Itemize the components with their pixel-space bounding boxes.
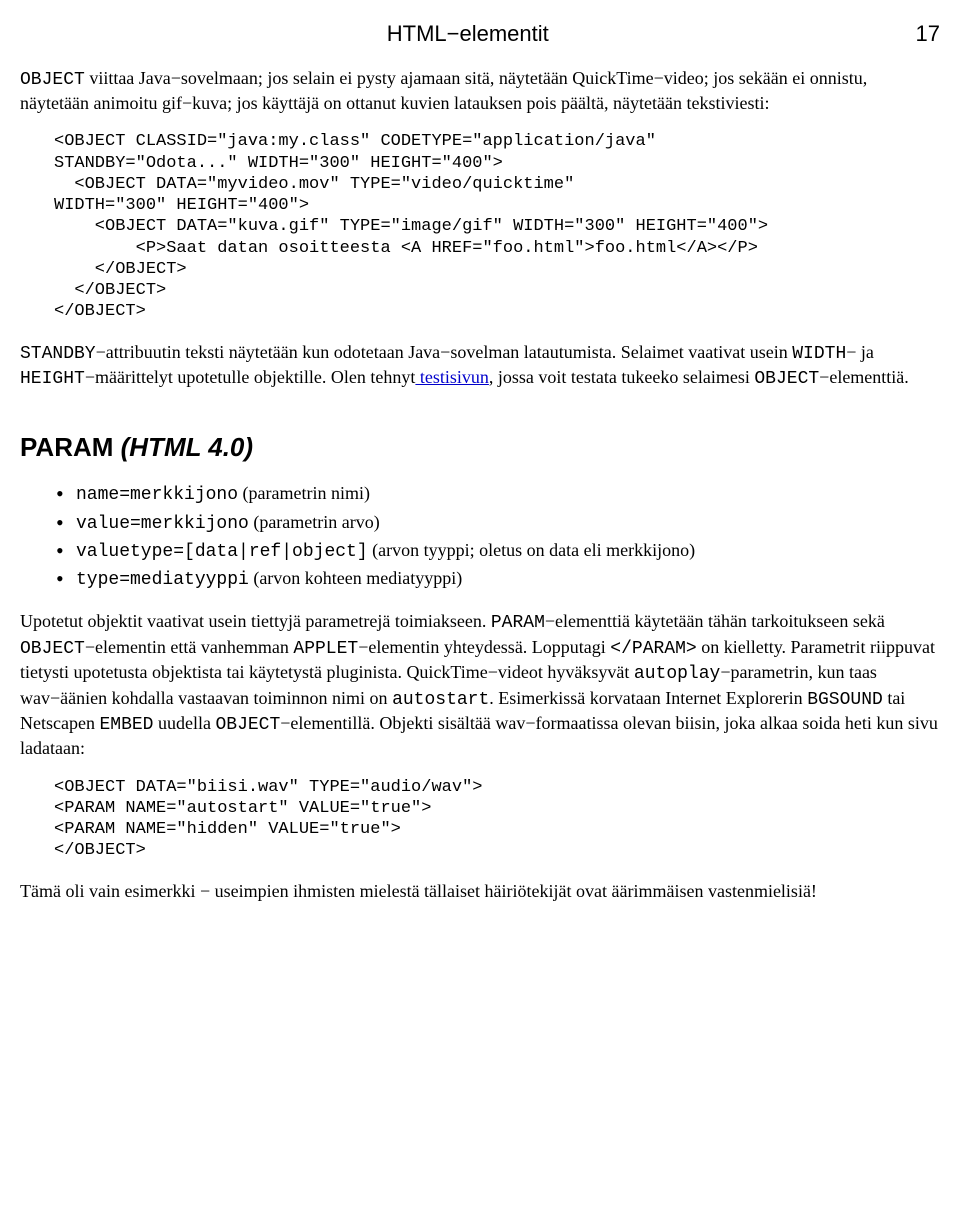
intro-text: viittaa Java−sovelmaan; jos selain ei py… xyxy=(20,68,867,113)
code-inline: autoplay xyxy=(634,664,720,684)
code-inline: OBJECT xyxy=(20,639,85,659)
text: −elementin yhteydessä. Lopputagi xyxy=(358,637,610,657)
attr-desc: (parametrin arvo) xyxy=(249,512,380,532)
attr-desc: (parametrin nimi) xyxy=(238,483,370,503)
code-inline: STANDBY xyxy=(20,344,96,364)
code-inline: HEIGHT xyxy=(20,369,85,389)
attr-name: value=merkkijono xyxy=(76,514,249,534)
code-inline: autostart xyxy=(392,690,489,710)
standby-paragraph: STANDBY−attribuutin teksti näytetään kun… xyxy=(20,341,940,392)
code-inline: EMBED xyxy=(99,715,153,735)
page-header: HTML−elementit 17 xyxy=(20,20,940,49)
list-item: value=merkkijono (parametrin arvo) xyxy=(76,510,940,536)
attr-name: type=mediatyyppi xyxy=(76,570,249,590)
text: −määrittelyt upotetulle objektille. Olen… xyxy=(85,367,416,387)
code-inline: PARAM xyxy=(491,613,545,633)
list-item: type=mediatyyppi (arvon kohteen mediatyy… xyxy=(76,566,940,592)
code-inline: OBJECT xyxy=(20,70,85,90)
code-block-object-nested: <OBJECT CLASSID="java:my.class" CODETYPE… xyxy=(54,131,940,322)
outro-paragraph: Tämä oli vain esimerkki − useimpien ihmi… xyxy=(20,880,940,903)
text: , jossa voit testata tukeeko selaimesi xyxy=(489,367,754,387)
text: −elementtiä. xyxy=(819,367,909,387)
doc-title: HTML−elementit xyxy=(387,20,549,49)
param-attr-list: name=merkkijono (parametrin nimi) value=… xyxy=(20,481,940,592)
text: −elementtiä käytetään tähän tarkoituksee… xyxy=(545,611,885,631)
list-item: name=merkkijono (parametrin nimi) xyxy=(76,481,940,507)
section-heading-param: PARAM (HTML 4.0) xyxy=(20,431,940,465)
text: Upotetut objektit vaativat usein tiettyj… xyxy=(20,611,491,631)
code-inline: OBJECT xyxy=(754,369,819,389)
text: . Esimerkissä korvataan Internet Explore… xyxy=(489,688,807,708)
code-inline: APPLET xyxy=(293,639,358,659)
attr-name: valuetype=[data|ref|object] xyxy=(76,542,368,562)
attr-desc: (arvon kohteen mediatyyppi) xyxy=(249,568,462,588)
text: uudella xyxy=(153,713,215,733)
code-block-object-param: <OBJECT DATA="biisi.wav" TYPE="audio/wav… xyxy=(54,777,940,862)
attr-name: name=merkkijono xyxy=(76,485,238,505)
text: −attribuutin teksti näytetään kun odotet… xyxy=(96,342,793,362)
code-inline: OBJECT xyxy=(215,715,280,735)
text: −elementin että vanhemman xyxy=(85,637,294,657)
code-inline: WIDTH xyxy=(792,344,846,364)
testisivun-link[interactable]: testisivun xyxy=(415,367,489,387)
code-inline: BGSOUND xyxy=(807,690,883,710)
heading-text: PARAM xyxy=(20,432,121,462)
code-inline: </PARAM> xyxy=(610,639,696,659)
text: − ja xyxy=(846,342,874,362)
intro-paragraph: OBJECT viittaa Java−sovelmaan; jos selai… xyxy=(20,67,940,116)
param-description-paragraph: Upotetut objektit vaativat usein tiettyj… xyxy=(20,610,940,760)
list-item: valuetype=[data|ref|object] (arvon tyypp… xyxy=(76,538,940,564)
heading-version: (HTML 4.0) xyxy=(121,432,253,462)
attr-desc: (arvon tyyppi; oletus on data eli merkki… xyxy=(368,540,695,560)
page-number: 17 xyxy=(916,20,940,49)
